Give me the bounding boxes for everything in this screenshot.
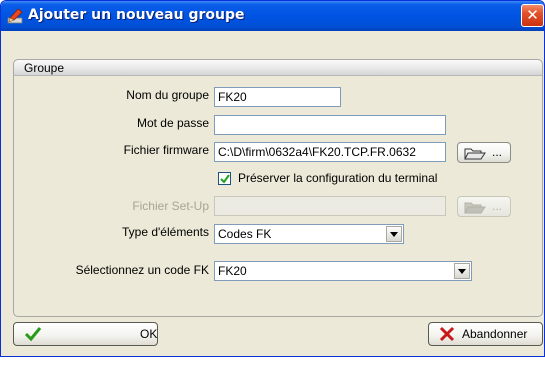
setup-browse-label: ...	[492, 199, 503, 213]
close-icon: ✕	[526, 6, 539, 24]
ok-label: OK	[140, 327, 158, 341]
window-title: Ajouter un nouveau groupe	[28, 7, 245, 23]
firmware-file-label: Fichier firmware	[123, 143, 209, 157]
preserve-config-label: Préserver la configuration du terminal	[238, 171, 438, 185]
pencil-app-icon	[7, 8, 24, 24]
close-button[interactable]: ✕	[521, 4, 544, 27]
setup-browse-button: ...	[457, 196, 511, 217]
password-label: Mot de passe	[136, 116, 209, 130]
dialog-window: Ajouter un nouveau groupe ✕ Groupe Nom d…	[0, 0, 545, 357]
preserve-config-checkbox[interactable]	[218, 172, 231, 185]
firmware-file-field[interactable]: C:\D\firm\0632a4\FK20.TCP.FR.0632	[214, 142, 446, 162]
title-bar[interactable]: Ajouter un nouveau groupe ✕	[1, 1, 544, 31]
chevron-down-icon[interactable]	[454, 263, 470, 279]
element-type-value: Codes FK	[218, 227, 272, 241]
password-field[interactable]	[214, 115, 446, 135]
firmware-browse-label: ...	[492, 145, 503, 159]
element-type-label: Type d'éléments	[121, 225, 209, 239]
group-name-label: Nom du groupe	[126, 88, 209, 102]
fk-code-select[interactable]: FK20	[214, 261, 472, 281]
folder-icon	[464, 147, 486, 160]
setup-file-field	[214, 196, 446, 216]
group-name-field[interactable]: FK20	[214, 87, 341, 107]
dialog-body: Groupe Nom du groupe FK20 Mot de passe F…	[1, 31, 544, 356]
cancel-label: Abandonner	[462, 327, 528, 341]
ok-button[interactable]: OK	[13, 322, 158, 346]
red-x-icon	[438, 326, 456, 345]
checkmark-icon	[220, 174, 230, 184]
cancel-button[interactable]: Abandonner	[428, 322, 543, 346]
group-header-label: Groupe	[24, 61, 65, 75]
group-header: Groupe	[14, 60, 542, 76]
chevron-down-icon[interactable]	[386, 226, 402, 242]
fk-code-label: Sélectionnez un code FK	[75, 263, 209, 277]
firmware-browse-button[interactable]: ...	[457, 142, 511, 163]
setup-file-label: Fichier Set-Up	[132, 199, 209, 213]
checkmark-icon	[24, 326, 42, 345]
fk-code-value: FK20	[218, 264, 247, 278]
element-type-select[interactable]: Codes FK	[214, 224, 404, 244]
folder-icon	[464, 201, 486, 214]
